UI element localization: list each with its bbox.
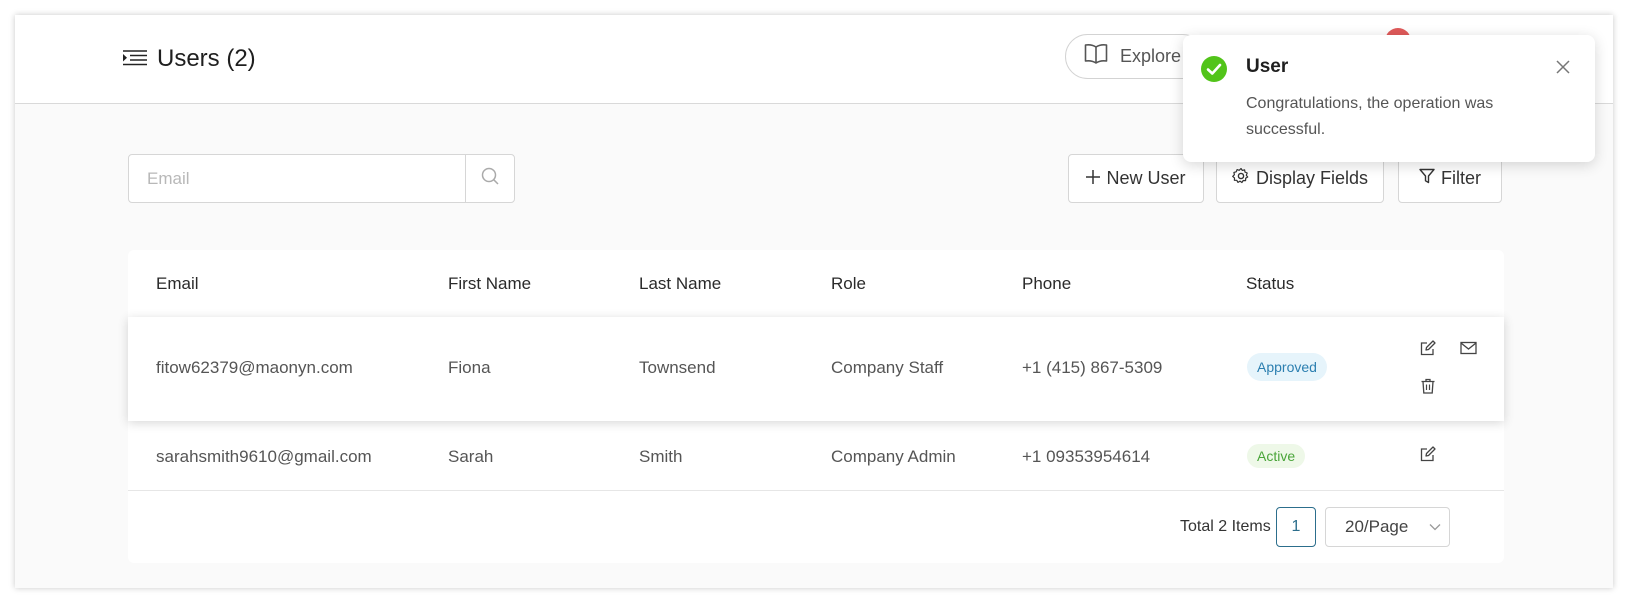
status-badge: Active	[1247, 444, 1306, 468]
column-header-role[interactable]: Role	[831, 274, 866, 294]
column-header-first-name[interactable]: First Name	[448, 274, 531, 294]
filter-icon	[1419, 168, 1441, 189]
check-circle-icon	[1200, 55, 1228, 88]
explore-label: Explore	[1120, 46, 1182, 66]
notification-message: Congratulations, the operation was succe…	[1246, 95, 1494, 138]
mail-icon[interactable]	[1457, 337, 1479, 359]
search-input[interactable]	[129, 155, 465, 202]
cell-email: sarahsmith9610@gmail.com	[156, 447, 372, 466]
search-box	[128, 154, 515, 203]
page-size-select[interactable]: 20/Page	[1325, 507, 1450, 547]
pagination: Total 2 Items 1 20/Page	[128, 491, 1504, 563]
notification-title: User	[1246, 56, 1289, 77]
cell-role: Company Admin	[831, 447, 956, 466]
page-size-value: 20/Page	[1345, 517, 1409, 536]
edit-icon[interactable]	[1417, 443, 1439, 465]
page-header: Users (2)	[123, 45, 256, 73]
cell-role: Company Staff	[831, 358, 944, 377]
page-title: Users (2)	[157, 45, 256, 72]
users-table: Email First Name Last Name Role Phone St…	[128, 250, 1504, 563]
gear-icon	[1232, 167, 1256, 190]
column-header-email[interactable]: Email	[156, 274, 199, 294]
plus-icon	[1086, 168, 1106, 189]
cell-last-name: Townsend	[639, 358, 716, 377]
display-fields-label: Display Fields	[1255, 168, 1369, 188]
success-notification: User Congratulations, the operation was …	[1183, 35, 1595, 162]
search-button[interactable]	[465, 155, 514, 202]
book-open-icon	[1084, 43, 1120, 70]
close-icon[interactable]	[1554, 58, 1572, 76]
cell-email: fitow62379@maonyn.com	[156, 358, 353, 377]
cell-phone: +1 09353954614	[1022, 447, 1151, 466]
page-number-current[interactable]: 1	[1276, 507, 1316, 547]
status-badge: Approved	[1247, 353, 1327, 381]
table-row[interactable]: fitow62379@maonyn.com Fiona Townsend Com…	[128, 317, 1504, 421]
trash-icon[interactable]	[1417, 375, 1439, 397]
total-items: Total 2 Items	[1180, 518, 1271, 535]
menu-lines-icon[interactable]	[123, 50, 147, 68]
cell-phone: +1 (415) 867-5309	[1022, 358, 1163, 377]
table-row[interactable]: sarahsmith9610@gmail.com Sarah Smith Com…	[128, 421, 1504, 491]
cell-last-name: Smith	[639, 447, 683, 466]
column-header-status[interactable]: Status	[1246, 274, 1294, 294]
search-icon	[481, 167, 499, 190]
column-header-phone[interactable]: Phone	[1022, 274, 1071, 294]
new-user-button[interactable]: New User	[1068, 154, 1204, 203]
column-header-last-name[interactable]: Last Name	[639, 274, 721, 294]
edit-icon[interactable]	[1417, 337, 1439, 359]
cell-first-name: Fiona	[448, 358, 491, 377]
cell-first-name: Sarah	[448, 447, 494, 466]
new-user-label: New User	[1106, 168, 1186, 188]
filter-label: Filter	[1441, 168, 1481, 188]
table-header: Email First Name Last Name Role Phone St…	[128, 250, 1504, 317]
